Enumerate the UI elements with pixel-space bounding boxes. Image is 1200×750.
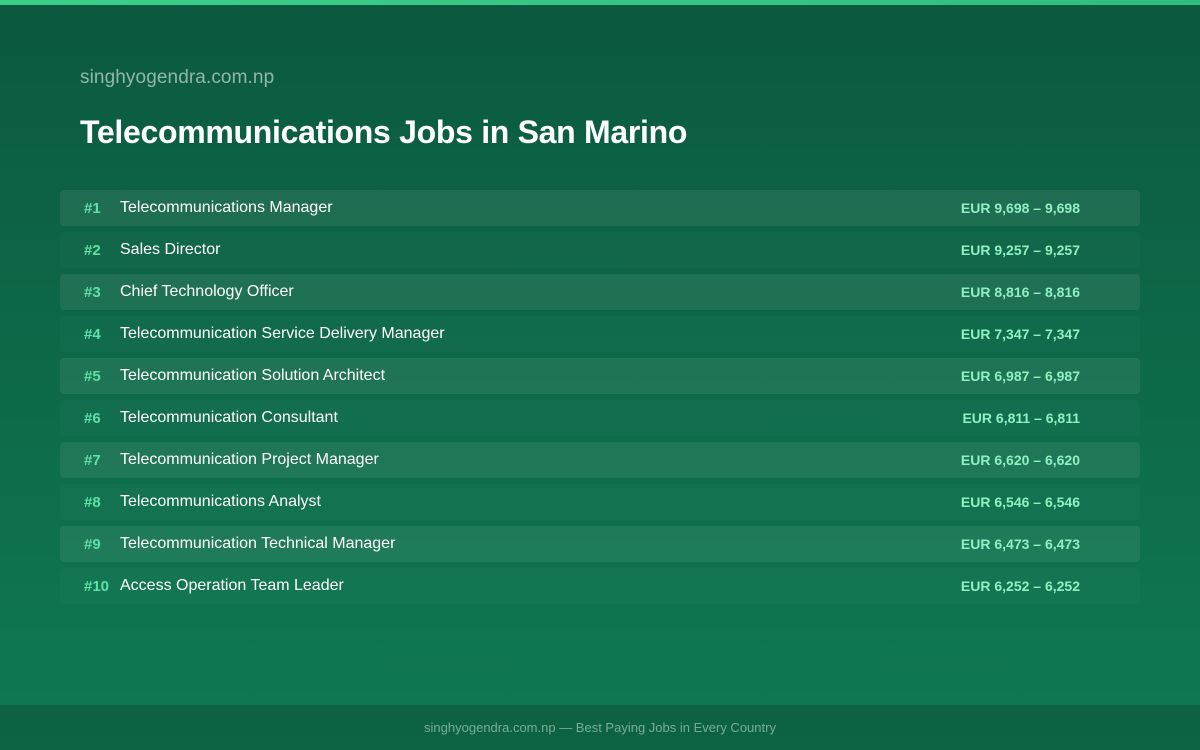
job-salary: EUR 9,257 – 9,257	[960, 242, 1080, 258]
job-row: #4 Telecommunication Service Delivery Ma…	[60, 316, 1140, 352]
job-rank: #1	[84, 199, 101, 217]
job-row: #1 Telecommunications Manager EUR 9,698 …	[60, 190, 1140, 226]
job-salary: EUR 6,811 – 6,811	[962, 410, 1080, 426]
job-row: #8 Telecommunications Analyst EUR 6,546 …	[60, 484, 1140, 520]
page-title: Telecommunications Jobs in San Marino	[80, 114, 688, 150]
job-salary: EUR 6,546 – 6,546	[960, 494, 1080, 510]
job-salary: EUR 6,252 – 6,252	[960, 578, 1080, 594]
job-rank: #3	[84, 283, 101, 301]
job-salary: EUR 7,347 – 7,347	[960, 326, 1080, 342]
job-row: #7 Telecommunication Project Manager EUR…	[60, 442, 1140, 478]
job-salary: EUR 6,987 – 6,987	[960, 368, 1080, 384]
job-row: #3 Chief Technology Officer EUR 8,816 – …	[60, 274, 1140, 310]
job-list: #1 Telecommunications Manager EUR 9,698 …	[60, 190, 1140, 610]
job-title: Telecommunication Consultant	[120, 409, 338, 426]
brand-label: singhyogendra.com.np	[80, 67, 275, 88]
job-row: #5 Telecommunication Solution Architect …	[60, 358, 1140, 394]
job-rank: #9	[84, 535, 101, 553]
job-title: Telecommunication Service Delivery Manag…	[120, 325, 445, 342]
job-salary: EUR 6,620 – 6,620	[960, 452, 1080, 468]
job-title: Telecommunications Analyst	[120, 493, 321, 510]
job-rank: #10	[84, 577, 110, 595]
job-row: #6 Telecommunication Consultant EUR 6,81…	[60, 400, 1140, 436]
job-rank: #4	[84, 325, 101, 343]
job-title: Telecommunication Solution Architect	[120, 367, 386, 384]
job-rank: #5	[84, 367, 101, 385]
job-title: Chief Technology Officer	[120, 283, 294, 300]
job-rank: #6	[84, 409, 101, 427]
job-salary: EUR 8,816 – 8,816	[960, 284, 1080, 300]
job-rank: #7	[84, 451, 101, 469]
job-rank: #8	[84, 493, 101, 511]
job-rank: #2	[84, 241, 101, 259]
footer-text: singhyogendra.com.np — Best Paying Jobs …	[424, 720, 776, 735]
job-salary: EUR 9,698 – 9,698	[960, 200, 1080, 216]
job-title: Access Operation Team Leader	[120, 577, 344, 594]
job-title: Sales Director	[120, 241, 221, 258]
job-title: Telecommunications Manager	[120, 199, 333, 216]
top-accent-bar	[0, 0, 1200, 5]
job-salary: EUR 6,473 – 6,473	[960, 536, 1080, 552]
footer: singhyogendra.com.np — Best Paying Jobs …	[0, 705, 1200, 750]
job-row: #2 Sales Director EUR 9,257 – 9,257	[60, 232, 1140, 268]
job-row: #10 Access Operation Team Leader EUR 6,2…	[60, 568, 1140, 604]
job-title: Telecommunication Technical Manager	[120, 535, 396, 552]
job-title: Telecommunication Project Manager	[120, 451, 379, 468]
job-row: #9 Telecommunication Technical Manager E…	[60, 526, 1140, 562]
